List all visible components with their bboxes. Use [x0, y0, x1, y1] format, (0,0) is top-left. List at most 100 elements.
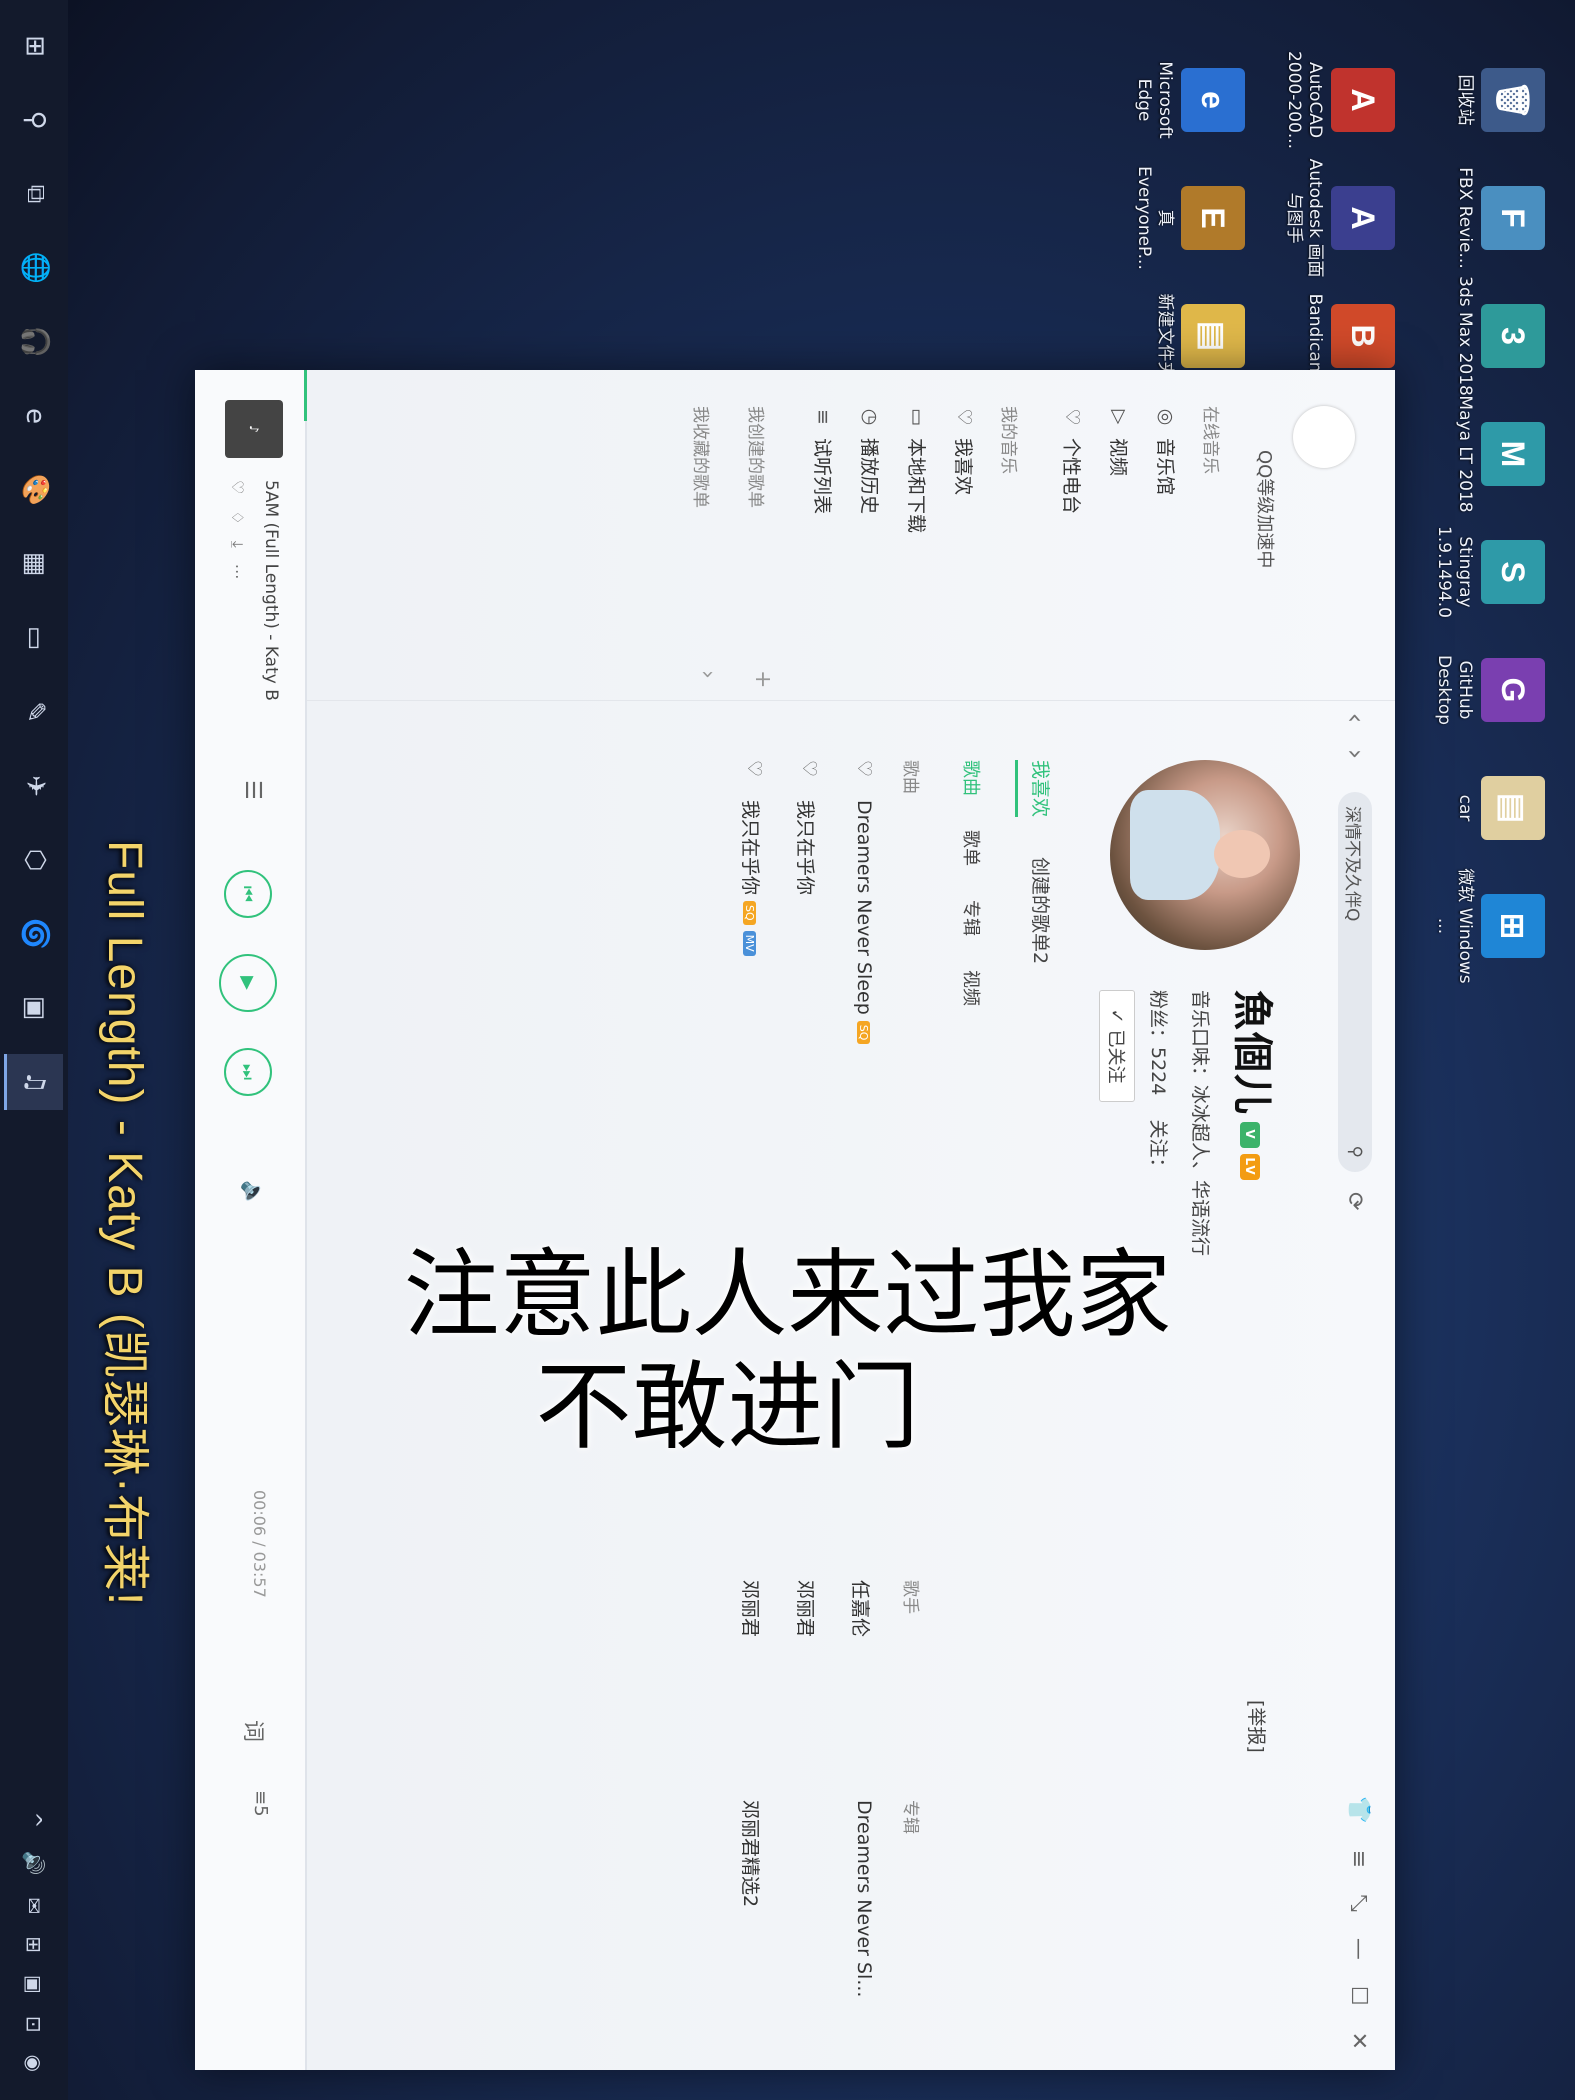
taskbar: ⊞ ⚲ ⧉ 🌐 🎧 e 🎨 ▦ ▭ ✎ ✈ ⬡ 🌀 ▣ ♫ ^ 🔊 ✉ ⊞ ▣ ⊡ ◉: [0, 0, 68, 2100]
taskbar-app-icon[interactable]: ▣: [8, 980, 64, 1036]
sidebar-item-radio[interactable]: ♡ 个性电台: [1059, 406, 1086, 514]
tray-icon[interactable]: ⊞: [22, 1936, 46, 1953]
album-cover[interactable]: ♪: [225, 400, 283, 458]
taskbar-app-icon[interactable]: ✈: [8, 758, 64, 814]
volume-icon[interactable]: 🔈: [240, 1180, 265, 1207]
sidebar-item-trial-list[interactable]: ≡ 试听列表: [810, 406, 837, 514]
mini-mode-icon[interactable]: ⤡: [1346, 1894, 1371, 1912]
heart-icon[interactable]: ♡: [853, 760, 875, 777]
app-icon: A: [1331, 186, 1395, 250]
taskbar-app-icon[interactable]: 🎨: [8, 462, 64, 518]
subtab-playlists[interactable]: 歌单: [959, 830, 985, 866]
desktop-icon[interactable]: 🗑 回收站: [1454, 40, 1545, 160]
minimize-button[interactable]: —: [1346, 1938, 1371, 1960]
maximize-button[interactable]: ☐: [1346, 1986, 1371, 2006]
desktop-icon[interactable]: ⊞ 微软 Windows ...: [1433, 866, 1545, 986]
song-album[interactable]: 邓丽君精选2: [738, 1800, 765, 1907]
tab-created-playlists[interactable]: 创建的歌单2: [1015, 857, 1055, 964]
tab-liked[interactable]: 我喜欢: [1015, 760, 1055, 818]
desktop-icon[interactable]: A AutoCAD 2000-200...: [1283, 40, 1395, 160]
taskbar-app-icon[interactable]: 🌐: [8, 240, 64, 296]
more-icon[interactable]: ⋯: [227, 564, 247, 580]
taskbar-app-icon[interactable]: ▦: [8, 536, 64, 592]
sidebar-item-history[interactable]: ◷ 播放历史: [857, 406, 884, 514]
chevron-right-icon[interactable]: ›: [695, 670, 720, 679]
mv-badge[interactable]: MV: [743, 930, 756, 956]
search-input[interactable]: 深情不及久伴Q ⚲: [1338, 792, 1372, 1172]
tray-icon[interactable]: ▣: [22, 1975, 46, 1994]
download-icon[interactable]: ⤓: [227, 541, 247, 548]
play-button[interactable]: ▶: [219, 954, 277, 1012]
desktop-icon-label: AutoCAD 2000-200...: [1284, 50, 1325, 150]
close-button[interactable]: ✕: [1346, 2032, 1371, 2050]
desktop-icon[interactable]: G GitHub Desktop: [1433, 630, 1545, 750]
taskbar-app-icon[interactable]: e: [8, 388, 64, 444]
section-created-playlists[interactable]: 我创建的歌单: [745, 406, 770, 508]
song-album[interactable]: Dreamers Never Sl...: [853, 1800, 875, 1997]
taskbar-app-icon[interactable]: 🎧: [8, 314, 64, 370]
next-button[interactable]: ⏭: [224, 1048, 272, 1096]
playback-progress[interactable]: [304, 370, 307, 421]
tray-icon[interactable]: 🔊: [22, 1850, 46, 1875]
song-singer[interactable]: 邓丽君: [738, 1580, 765, 1637]
taskbar-app-icon[interactable]: ⚲: [8, 92, 64, 148]
back-button[interactable]: ‹: [1340, 700, 1370, 736]
desktop-icon[interactable]: 3 3ds Max 2018: [1454, 276, 1545, 396]
sidebar-item-liked[interactable]: ♡ 我喜欢: [951, 406, 978, 495]
skin-icon[interactable]: 👕: [1346, 1796, 1371, 1823]
app-icon: S: [1481, 540, 1545, 604]
section-collected-playlists[interactable]: 我收藏的歌单: [690, 406, 715, 508]
tray-icon[interactable]: ^: [22, 1812, 46, 1829]
user-avatar[interactable]: [1293, 406, 1355, 468]
followed-button[interactable]: ✓ 已关注: [1099, 990, 1135, 1102]
lyric-button[interactable]: 词: [239, 1720, 271, 1742]
desktop-icon[interactable]: S Stingray 1.9.1494.0: [1433, 512, 1545, 632]
now-playing-title[interactable]: 5AM (Full Length) - Katy B: [261, 480, 281, 701]
taskbar-app-icon[interactable]: ✎: [8, 684, 64, 740]
taskbar-app-icon[interactable]: 🌀: [8, 906, 64, 962]
caption-overlay: 注意此人来过我家 不敢进门: [0, 1240, 1575, 1464]
subtab-videos[interactable]: 视频: [959, 970, 985, 1006]
tray-icon[interactable]: ✉: [22, 1897, 46, 1914]
add-playlist-button[interactable]: +: [750, 670, 775, 688]
sidebar-item-music-hall[interactable]: ◎ 音乐馆: [1153, 406, 1180, 495]
tray-icon[interactable]: ⊡: [22, 2016, 46, 2033]
subtab-songs[interactable]: 歌曲: [959, 760, 985, 796]
desktop-icon-label: Autodesk 画面与图手: [1284, 158, 1325, 278]
desktop-icon[interactable]: e Microsoft Edge: [1133, 40, 1245, 160]
tray-icon[interactable]: ◉: [22, 2055, 46, 2072]
menu-icon[interactable]: ≡: [1346, 1850, 1371, 1868]
heart-icon[interactable]: ♡: [798, 760, 820, 777]
queue-count-button[interactable]: ≡5: [250, 1790, 271, 1817]
playlist-icon[interactable]: ☰: [240, 780, 265, 800]
app-icon: 3: [1481, 304, 1545, 368]
like-icon[interactable]: ♡: [227, 480, 247, 494]
app-icon: ▤: [1481, 776, 1545, 840]
sidebar-item-local[interactable]: ▭ 本地和下载: [904, 406, 931, 533]
desktop-icon[interactable]: A Autodesk 画面与图手: [1283, 158, 1395, 278]
sidebar-item-video[interactable]: ▷ 视频: [1106, 406, 1133, 476]
taskbar-app-icon[interactable]: ⧉: [8, 166, 64, 222]
desktop-icon-label: Maya LT 2018: [1455, 395, 1475, 513]
desktop-icon[interactable]: ▤ car: [1454, 748, 1545, 868]
heart-icon[interactable]: ♡: [743, 760, 765, 777]
dislike-icon[interactable]: ♢: [227, 510, 247, 524]
desktop-icon[interactable]: M Maya LT 2018: [1454, 394, 1545, 514]
taskbar-app-icon[interactable]: ⊞: [8, 18, 64, 74]
song-singer[interactable]: 邓丽君: [793, 1580, 820, 1637]
profile-avatar: [1110, 760, 1300, 950]
refresh-icon[interactable]: ⟳: [1343, 1192, 1368, 1210]
song-singer[interactable]: 任嘉伦: [848, 1580, 875, 1637]
taskbar-app-icon[interactable]: ▭: [8, 610, 64, 666]
report-link[interactable]: [举报]: [1244, 1700, 1271, 1753]
caption-line-2: 不敢进门: [535, 1354, 920, 1461]
sq-badge: SQ: [743, 901, 756, 925]
desktop-icon[interactable]: F FBX Revie...: [1454, 158, 1545, 278]
subtab-albums[interactable]: 专辑: [959, 900, 985, 936]
previous-button[interactable]: ⏮: [224, 870, 272, 918]
search-icon[interactable]: ⚲: [1345, 1146, 1365, 1158]
taskbar-app-icon[interactable]: ⬡: [8, 832, 64, 888]
forward-button[interactable]: ›: [1340, 736, 1370, 772]
desktop-icon[interactable]: E真 EveryoneP...: [1133, 158, 1245, 278]
taskbar-app-icon[interactable]: ♫: [4, 1054, 64, 1110]
